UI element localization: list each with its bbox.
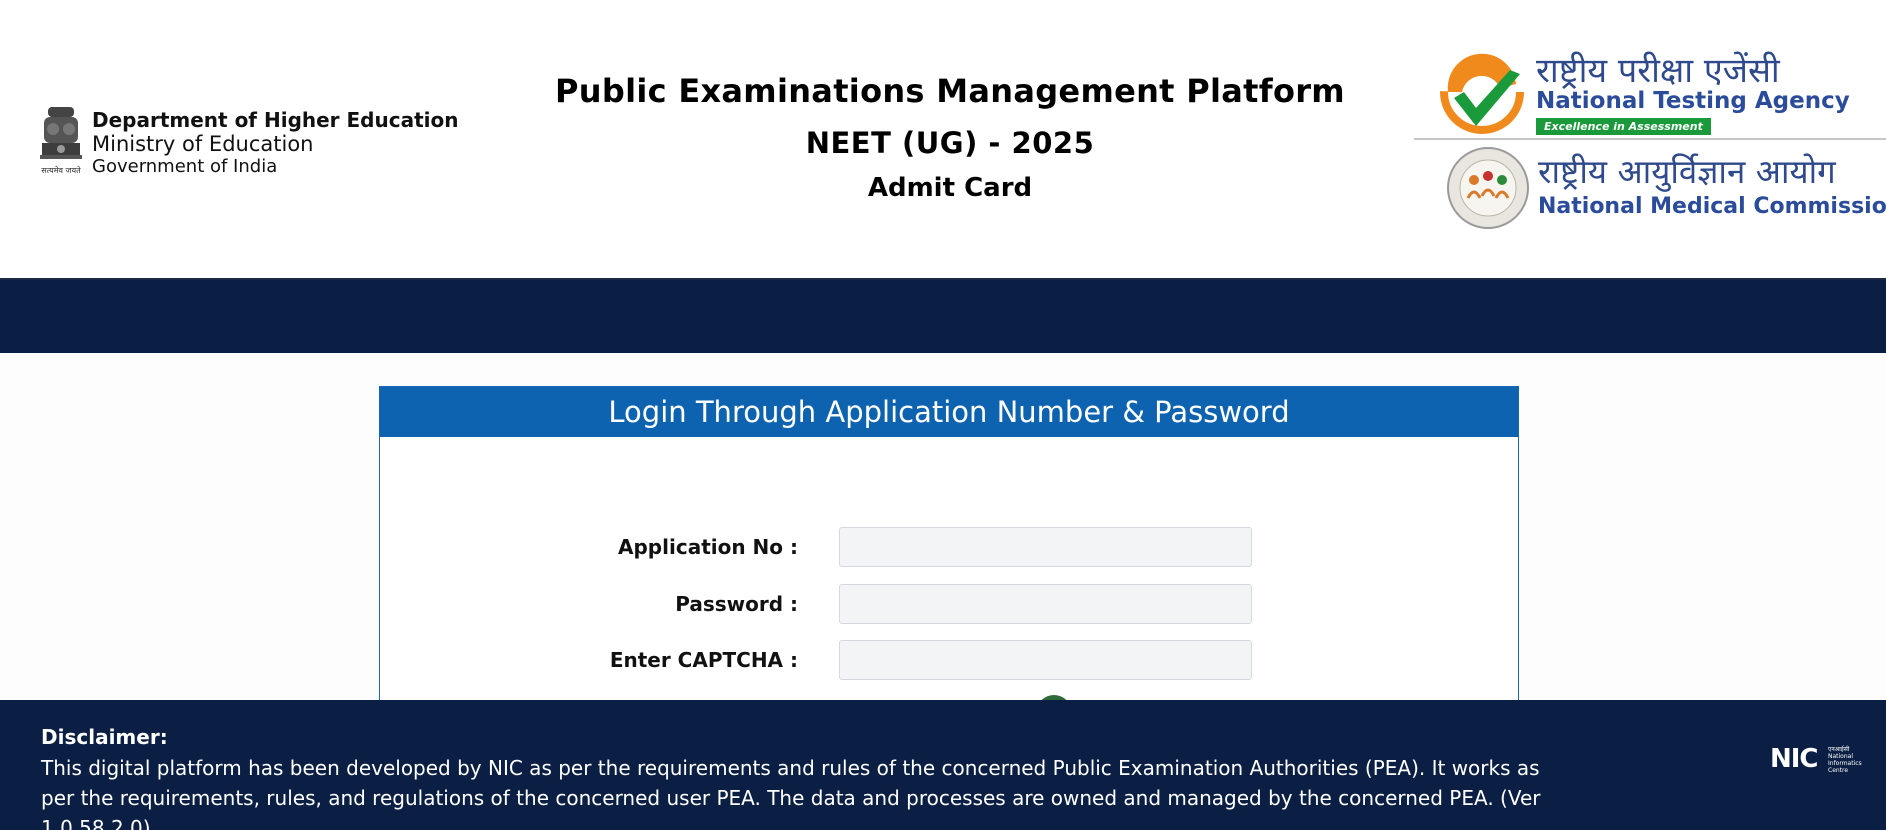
disclaimer-title: Disclaimer: [41,725,168,749]
captcha-input[interactable] [839,640,1252,680]
application-no-label: Application No : [618,535,798,559]
nta-hindi-name: राष्ट्रीय परीक्षा एजेंसी [1536,51,1780,91]
national-emblem-icon: सत्यमेव जयते [40,107,82,175]
nic-hindi: एनआईसी [1828,746,1850,753]
login-heading: Login Through Application Number & Passw… [380,387,1518,437]
password-input[interactable] [839,584,1252,624]
password-label: Password : [675,592,798,616]
nmc-hindi-name: राष्ट्रीय आयुर्विज्ञान आयोग [1538,152,1836,191]
application-no-input[interactable] [839,527,1252,567]
disclaimer-text: This digital platform has been developed… [41,756,1541,830]
logo-divider [1414,138,1886,140]
nmc-logo-icon [1447,147,1529,229]
page-title: Admit Card [867,173,1033,203]
captcha-row: Enter CAPTCHA : [380,640,1518,680]
platform-title: Public Examinations Management Platform [555,72,1345,110]
emblem-caption: सत्यमेव जयते [41,165,81,175]
nic-logo-icon: NIC एनआईसी National Informatics Centre [1770,744,1862,774]
government-name: Government of India [92,156,278,177]
department-block: Department of Higher Education Ministry … [92,108,458,178]
nic-logo-caption: एनआईसी National Informatics Centre [1828,746,1868,774]
nic-english: National Informatics Centre [1828,753,1862,774]
navigation-bar [0,278,1886,353]
nic-logo-text: NIC [1770,744,1819,774]
nta-tagline: Excellence in Assessment [1536,118,1711,135]
header-titles: Public Examinations Management Platform … [500,70,1400,206]
exam-title: NEET (UG) - 2025 [805,126,1095,160]
footer: Disclaimer: This digital platform has be… [0,700,1886,830]
nta-english-name: National Testing Agency [1536,88,1850,114]
password-row: Password : [380,584,1518,624]
nta-logo-icon [1440,50,1524,134]
application-no-row: Application No : [380,527,1518,567]
nmc-english-name: National Medical Commission [1538,194,1886,219]
captcha-label: Enter CAPTCHA : [609,648,798,672]
ministry-name: Ministry of Education [92,132,314,156]
department-name: Department of Higher Education [92,108,459,132]
site-header: सत्यमेव जयते Department of Higher Educat… [0,0,1886,278]
